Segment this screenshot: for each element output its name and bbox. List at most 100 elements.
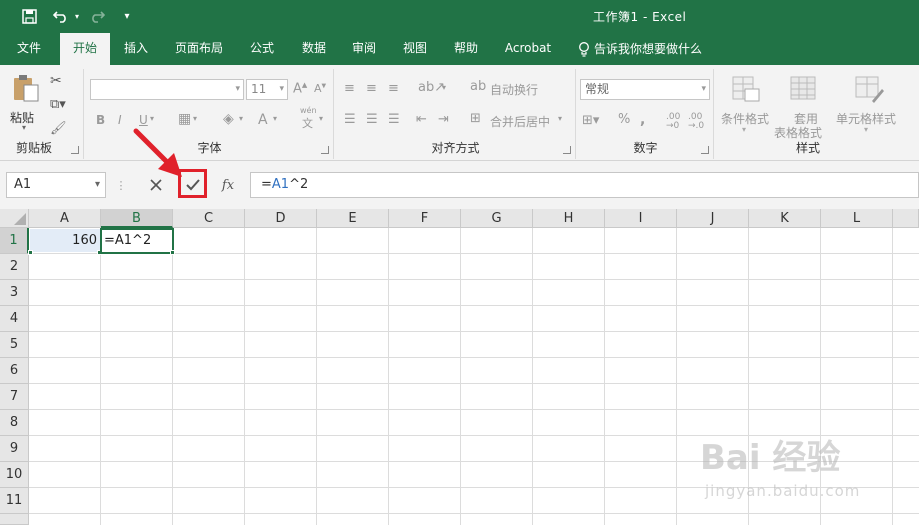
tab-view[interactable]: 视图	[393, 33, 437, 65]
cell-a1[interactable]: 160	[30, 229, 100, 252]
align-right-icon[interactable]: ☰	[388, 112, 400, 127]
row-header[interactable]: 3	[0, 280, 29, 306]
row-header[interactable]: 6	[0, 358, 29, 384]
decrease-indent-icon[interactable]: ⇤	[416, 112, 427, 127]
copy-icon[interactable]: ⧉▾	[50, 97, 66, 112]
row-header[interactable]	[0, 514, 29, 525]
align-left-icon[interactable]: ☰	[344, 112, 356, 127]
tab-review[interactable]: 审阅	[342, 33, 386, 65]
row-header[interactable]: 7	[0, 384, 29, 410]
customize-qat-icon[interactable]: ▾	[120, 7, 134, 25]
conditional-formatting-button[interactable]: 条件格式 ▾	[718, 73, 774, 139]
borders-dropdown-icon[interactable]: ▾	[193, 114, 197, 123]
merge-center-icon[interactable]: ⊞	[470, 111, 481, 126]
cut-icon[interactable]: ✂	[50, 73, 62, 89]
number-format-select[interactable]: 常规 ▾	[580, 79, 710, 100]
row-header[interactable]: 2	[0, 254, 29, 280]
row-header[interactable]: 5	[0, 332, 29, 358]
italic-button[interactable]: I	[118, 113, 122, 127]
range-handle-icon[interactable]	[28, 250, 33, 255]
row-header[interactable]: 11	[0, 488, 29, 514]
font-color-dropdown-icon[interactable]: ▾	[273, 114, 277, 123]
paste-button[interactable]: 粘贴 ▾	[8, 73, 44, 132]
cell-b1-editing[interactable]: =A1^2	[100, 228, 174, 254]
tab-insert[interactable]: 插入	[114, 33, 158, 65]
font-color-icon[interactable]: A	[258, 112, 268, 128]
column-header[interactable]: H	[533, 209, 605, 228]
underline-dropdown-icon[interactable]: ▾	[150, 114, 154, 123]
column-header[interactable]: C	[173, 209, 245, 228]
comma-style-icon[interactable]: ,	[640, 112, 645, 128]
phonetic-guide-icon[interactable]: wén	[300, 106, 317, 115]
tell-me-box[interactable]: 告诉我你想要做什么	[578, 33, 702, 65]
bold-button[interactable]: B	[96, 113, 105, 127]
formula-input[interactable]: =A1^2	[250, 172, 919, 198]
align-bottom-icon[interactable]: ≡	[388, 81, 399, 96]
orientation-dropdown-icon[interactable]: ▾	[442, 83, 446, 92]
align-middle-icon[interactable]: ≡	[366, 81, 377, 96]
wrap-text-label[interactable]: 自动换行	[490, 81, 538, 98]
column-header[interactable]: D	[245, 209, 317, 228]
percent-icon[interactable]: %	[618, 112, 630, 127]
column-header[interactable]: L	[821, 209, 893, 228]
select-all-corner[interactable]	[0, 209, 29, 228]
column-header[interactable]: E	[317, 209, 389, 228]
column-header[interactable]: B	[101, 209, 173, 228]
tab-page-layout[interactable]: 页面布局	[168, 33, 230, 65]
font-launcher-icon[interactable]	[321, 146, 329, 154]
decrease-decimal-icon[interactable]: .00 →.0	[688, 113, 704, 131]
paste-dropdown-icon[interactable]: ▾	[22, 123, 26, 132]
shrink-font-icon[interactable]: A▼	[314, 82, 326, 95]
font-size-value: 11	[251, 82, 267, 96]
fill-color-dropdown-icon[interactable]: ▾	[239, 114, 243, 123]
accounting-format-icon[interactable]: ⊞▾	[582, 113, 599, 128]
redo-icon[interactable]	[86, 7, 108, 25]
column-header[interactable]: A	[29, 209, 101, 228]
tab-acrobat[interactable]: Acrobat	[498, 33, 558, 65]
row-header[interactable]: 1	[0, 228, 29, 254]
column-header[interactable]: K	[749, 209, 821, 228]
wrap-text-icon[interactable]: ab	[470, 79, 486, 94]
row-header[interactable]: 10	[0, 462, 29, 488]
column-header[interactable]: F	[389, 209, 461, 228]
column-header[interactable]: G	[461, 209, 533, 228]
row-header[interactable]: 8	[0, 410, 29, 436]
grow-font-icon[interactable]: A▲	[293, 81, 307, 96]
clipboard-launcher-icon[interactable]	[71, 146, 79, 154]
cell-styles-button[interactable]: 单元格样式 ▾	[834, 73, 904, 139]
undo-dropdown-icon[interactable]: ▾	[73, 7, 81, 25]
save-icon[interactable]	[20, 7, 38, 25]
tab-formulas[interactable]: 公式	[240, 33, 284, 65]
increase-indent-icon[interactable]: ⇥	[438, 112, 449, 127]
increase-decimal-icon[interactable]: .00 →0	[666, 113, 680, 131]
tab-data[interactable]: 数据	[292, 33, 336, 65]
font-name-select[interactable]: ▾	[90, 79, 244, 100]
phonetic-dropdown-icon[interactable]: ▾	[319, 114, 323, 123]
formula-bar-grip-icon[interactable]: ⋮	[116, 172, 127, 198]
column-header[interactable]	[893, 209, 919, 228]
merge-center-label[interactable]: 合并后居中	[490, 113, 550, 130]
column-header[interactable]: J	[677, 209, 749, 228]
column-header[interactable]: I	[605, 209, 677, 228]
watermark-logo: Bai 经验	[700, 438, 841, 478]
name-box-dropdown-icon[interactable]: ▾	[95, 173, 100, 197]
align-top-icon[interactable]: ≡	[344, 81, 355, 96]
row-header[interactable]: 4	[0, 306, 29, 332]
font-size-select[interactable]: 11 ▾	[246, 79, 288, 100]
gridline	[244, 228, 245, 525]
fill-color-icon[interactable]: ◈	[223, 111, 234, 127]
tab-help[interactable]: 帮助	[444, 33, 488, 65]
tab-home[interactable]: 开始	[60, 33, 110, 65]
alignment-launcher-icon[interactable]	[563, 146, 571, 154]
align-center-icon[interactable]: ☰	[366, 112, 378, 127]
undo-icon[interactable]	[50, 7, 72, 25]
format-painter-icon[interactable]: 🖌	[50, 121, 67, 136]
insert-function-button[interactable]: fx	[214, 172, 242, 198]
format-as-table-button[interactable]: 套用 表格格式	[772, 73, 832, 140]
row-header[interactable]: 9	[0, 436, 29, 462]
merge-dropdown-icon[interactable]: ▾	[558, 114, 562, 123]
tab-file[interactable]: 文件	[6, 33, 52, 65]
number-launcher-icon[interactable]	[701, 146, 709, 154]
name-box[interactable]: A1 ▾	[6, 172, 106, 198]
fill-handle-icon[interactable]	[170, 250, 175, 255]
